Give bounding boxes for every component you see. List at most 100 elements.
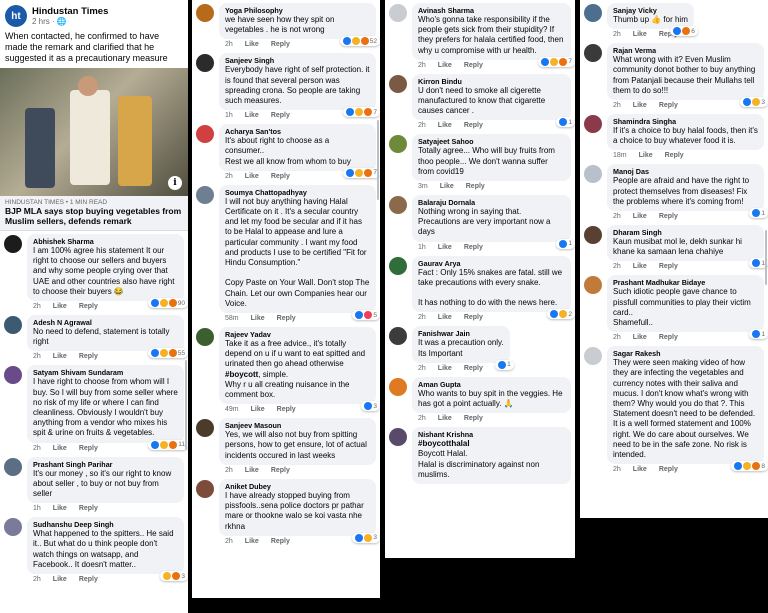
commenter-name[interactable]: Rajan Verma (613, 46, 758, 55)
reply-button[interactable]: Reply (665, 152, 684, 159)
commenter-name[interactable]: Dharam Singh (613, 228, 758, 237)
reply-button[interactable]: Reply (271, 467, 290, 474)
reply-button[interactable]: Reply (659, 263, 678, 270)
comment-time[interactable]: 2h (225, 173, 233, 180)
reaction-summary[interactable]: 7 (538, 56, 575, 67)
reaction-summary[interactable]: 90 (147, 298, 188, 309)
reply-button[interactable]: Reply (271, 173, 290, 180)
comment-time[interactable]: 1h (33, 505, 41, 512)
like-button[interactable]: Like (245, 538, 259, 545)
like-button[interactable]: Like (633, 263, 647, 270)
commenter-name[interactable]: Prashant Madhukar Bidaye (613, 278, 758, 287)
avatar[interactable] (389, 377, 407, 396)
avatar[interactable] (584, 226, 602, 245)
like-button[interactable]: Like (53, 445, 67, 452)
comment-time[interactable]: 58m (225, 315, 239, 322)
like-button[interactable]: Like (438, 365, 452, 372)
commenter-name[interactable]: Abhishek Sharma (33, 237, 178, 246)
reaction-summary[interactable]: 1 (749, 208, 768, 219)
reaction-summary[interactable]: 52 (339, 36, 380, 47)
reply-button[interactable]: Reply (659, 102, 678, 109)
avatar[interactable] (4, 235, 22, 253)
reaction-summary[interactable]: 55 (147, 348, 188, 359)
avatar[interactable] (4, 518, 22, 537)
reply-button[interactable]: Reply (79, 353, 98, 360)
like-button[interactable]: Like (53, 505, 67, 512)
reaction-summary[interactable]: 3 (160, 571, 188, 582)
commenter-name[interactable]: Sanjeev Masoun (225, 421, 370, 430)
link-title[interactable]: BJP MLA says stop buying vegetables from… (5, 206, 183, 226)
comment-time[interactable]: 2h (418, 62, 426, 69)
avatar[interactable] (584, 44, 602, 63)
comment-time[interactable]: 2h (225, 467, 233, 474)
avatar[interactable] (4, 316, 22, 335)
article-image[interactable]: i (0, 68, 188, 196)
avatar[interactable] (584, 165, 602, 184)
comment-time[interactable]: 2h (225, 41, 233, 48)
reaction-summary[interactable]: 6 (670, 26, 698, 37)
comment-time[interactable]: 49m (225, 406, 239, 413)
avatar[interactable] (196, 185, 214, 204)
reaction-summary[interactable]: 1 (749, 329, 768, 340)
reply-button[interactable]: Reply (464, 314, 483, 321)
scrollbar[interactable] (765, 230, 767, 285)
like-button[interactable]: Like (633, 466, 647, 473)
commenter-name[interactable]: Balaraju Dornala (418, 198, 565, 207)
commenter-name[interactable]: Gaurav Arya (418, 259, 565, 268)
like-button[interactable]: Like (245, 41, 259, 48)
avatar[interactable] (389, 196, 407, 215)
commenter-name[interactable]: Nishant Krishna (418, 430, 565, 439)
like-button[interactable]: Like (251, 315, 265, 322)
comment-time[interactable]: 2h (33, 303, 41, 310)
like-button[interactable]: Like (53, 353, 67, 360)
reaction-summary[interactable]: 1 (556, 117, 575, 128)
commenter-name[interactable]: Yoga Philosophy (225, 6, 370, 15)
reply-button[interactable]: Reply (271, 112, 290, 119)
reaction-summary[interactable]: 7 (343, 167, 380, 178)
commenter-name[interactable]: Rajeev Yadav (225, 330, 370, 339)
commenter-name[interactable]: Manoj Das (613, 167, 758, 176)
page-name[interactable]: Hindustan Times (32, 6, 108, 17)
comment-time[interactable]: 2h (33, 353, 41, 360)
commenter-name[interactable]: Avinash Sharma (418, 6, 565, 15)
comment-time[interactable]: 2h (613, 334, 621, 341)
like-button[interactable]: Like (53, 303, 67, 310)
reaction-summary[interactable]: 3 (740, 97, 768, 108)
commenter-name[interactable]: Aniket Dubey (225, 482, 370, 491)
comment-time[interactable]: 1h (225, 112, 233, 119)
commenter-name[interactable]: Sanjay Vicky (613, 6, 688, 15)
avatar[interactable] (196, 419, 214, 438)
avatar[interactable] (196, 328, 214, 347)
avatar[interactable] (389, 4, 407, 22)
commenter-name[interactable]: Sanjeev Singh (225, 56, 370, 65)
like-button[interactable]: Like (633, 334, 647, 341)
comment-time[interactable]: 2h (418, 122, 426, 129)
hashtag-link[interactable]: #boycott (225, 370, 258, 379)
like-button[interactable]: Like (438, 314, 452, 321)
like-button[interactable]: Like (245, 467, 259, 474)
like-button[interactable]: Like (438, 415, 452, 422)
avatar[interactable] (389, 74, 407, 93)
info-icon[interactable]: i (168, 176, 182, 190)
scrollbar[interactable] (185, 360, 187, 450)
reaction-summary[interactable]: 2 (547, 309, 575, 320)
commenter-name[interactable]: Satyajeet Sahoo (418, 137, 565, 146)
avatar[interactable] (584, 347, 602, 366)
comment-time[interactable]: 2h (613, 466, 621, 473)
reply-button[interactable]: Reply (659, 334, 678, 341)
reaction-summary[interactable]: 11 (148, 439, 188, 450)
comment-time[interactable]: 2h (613, 263, 621, 270)
reply-button[interactable]: Reply (271, 538, 290, 545)
reply-button[interactable]: Reply (464, 244, 483, 251)
like-button[interactable]: Like (438, 122, 452, 129)
commenter-name[interactable]: Adesh N Agrawal (33, 318, 178, 327)
link-preview[interactable]: HINDUSTAN TIMES • 1 MIN READ BJP MLA say… (0, 196, 188, 231)
reply-button[interactable]: Reply (464, 415, 483, 422)
comment-time[interactable]: 2h (33, 576, 41, 583)
reply-button[interactable]: Reply (464, 62, 483, 69)
comment-time[interactable]: 3m (418, 183, 428, 190)
avatar[interactable] (196, 4, 214, 22)
reply-button[interactable]: Reply (466, 183, 485, 190)
like-button[interactable]: Like (633, 31, 647, 38)
like-button[interactable]: Like (438, 62, 452, 69)
